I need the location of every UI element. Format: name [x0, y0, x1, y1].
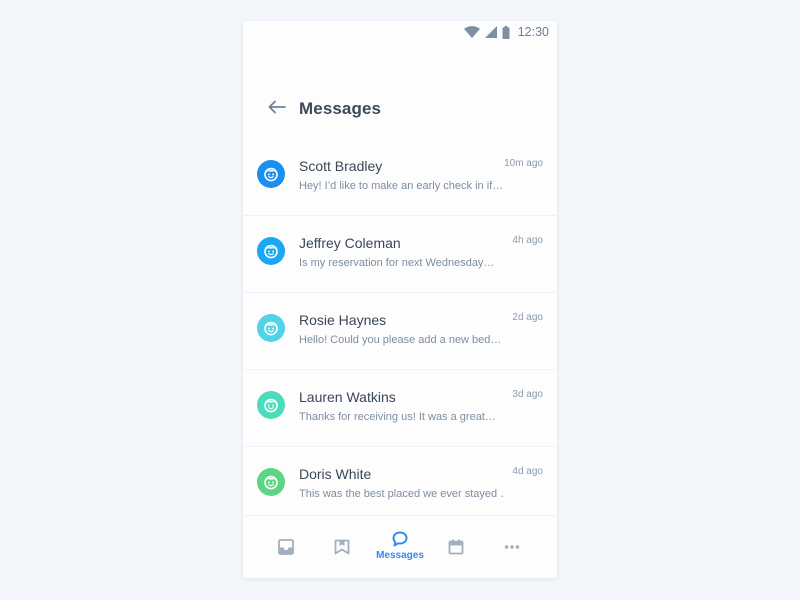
message-item[interactable]: Lauren Watkins Thanks for receiving us! … [243, 370, 557, 447]
sender-name: Doris White [299, 466, 372, 482]
message-time: 10m ago [504, 158, 543, 169]
arrow-left-icon [268, 100, 286, 119]
message-time: 3d ago [512, 389, 543, 400]
message-item[interactable]: Scott Bradley Hey! I’d like to make an e… [243, 139, 557, 216]
message-preview: This was the best placed we ever stayed … [299, 488, 505, 500]
avatar [257, 391, 285, 419]
message-time: 4d ago [512, 466, 543, 477]
message-preview: Hello! Could you please add a new bed… [299, 334, 502, 346]
avatar [257, 468, 285, 496]
sender-name: Rosie Haynes [299, 312, 387, 328]
wifi-icon [463, 26, 480, 38]
status-icons: 12:30 [463, 25, 549, 39]
chat-bubble-icon [391, 530, 409, 548]
sender-name: Lauren Watkins [299, 389, 396, 405]
nav-more[interactable] [503, 516, 521, 578]
status-bar: 12:30 [243, 21, 557, 43]
nav-bookmarks[interactable] [333, 516, 351, 578]
avatar [257, 237, 285, 265]
more-icon [503, 538, 521, 556]
message-list: Scott Bradley Hey! I’d like to make an e… [243, 139, 557, 524]
status-time: 12:30 [517, 25, 549, 39]
avatar [257, 314, 285, 342]
user-face-icon [263, 320, 279, 336]
page-title: Messages [299, 99, 382, 118]
avatar [257, 160, 285, 188]
back-button[interactable] [265, 97, 289, 121]
inbox-icon [277, 538, 295, 556]
bottom-nav: Messages [243, 515, 557, 578]
bookmark-icon [333, 538, 351, 556]
message-item[interactable]: Doris White This was the best placed we … [243, 447, 557, 524]
nav-label: Messages [376, 550, 424, 561]
message-item[interactable]: Rosie Haynes Hello! Could you please add… [243, 293, 557, 370]
user-face-icon [263, 243, 279, 259]
user-face-icon [263, 166, 279, 182]
message-time: 4h ago [512, 235, 543, 246]
message-time: 2d ago [512, 312, 543, 323]
sender-name: Scott Bradley [299, 158, 383, 174]
message-preview: Thanks for receiving us! It was a great… [299, 411, 496, 423]
message-preview: Hey! I’d like to make an early check in … [299, 180, 504, 192]
nav-calendar[interactable] [447, 516, 465, 578]
battery-icon [502, 25, 510, 39]
nav-inbox[interactable] [277, 516, 295, 578]
user-face-icon [263, 397, 279, 413]
signal-icon [484, 26, 497, 38]
message-item[interactable]: Jeffrey Coleman Is my reservation for ne… [243, 216, 557, 293]
app-header: Messages [243, 87, 557, 131]
message-preview: Is my reservation for next Wednesday… [299, 257, 495, 269]
calendar-icon [447, 538, 465, 556]
phone-screen: 12:30 Messages Scott Bradley Hey! I’d li… [243, 21, 557, 578]
sender-name: Jeffrey Coleman [299, 235, 401, 251]
user-face-icon [263, 474, 279, 490]
nav-messages[interactable]: Messages [370, 516, 430, 578]
